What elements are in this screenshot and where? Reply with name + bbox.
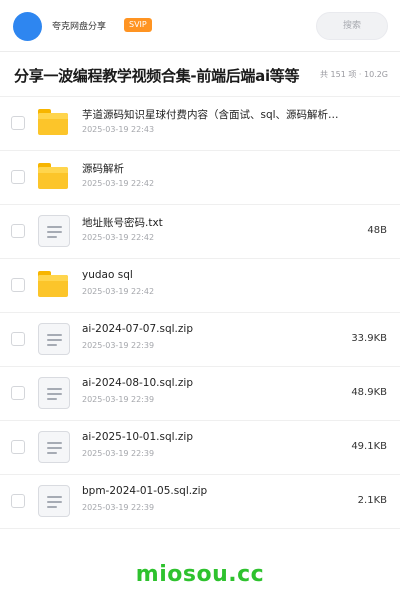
file-name: bpm-2024-01-05.sql.zip: [82, 485, 208, 497]
app-header: 夸克网盘分享 SVIP 搜索: [0, 0, 400, 52]
document-icon: [38, 377, 70, 409]
list-item[interactable]: ai-2024-07-07.sql.zip 2025-03-19 22:39 3…: [0, 313, 400, 367]
file-date: 2025-03-19 22:39: [82, 395, 155, 404]
select-checkbox[interactable]: [11, 494, 25, 508]
file-name: 地址账号密码.txt: [82, 217, 163, 229]
select-checkbox[interactable]: [11, 332, 25, 346]
file-name: ai-2025-10-01.sql.zip: [82, 431, 193, 443]
folder-meta: 共 151 项 · 10.2G: [320, 70, 388, 79]
select-checkbox[interactable]: [11, 440, 25, 454]
list-item[interactable]: yudao sql 2025-03-19 22:42: [0, 259, 400, 313]
file-date: 2025-03-19 22:42: [82, 179, 155, 188]
file-date: 2025-03-19 22:39: [82, 449, 155, 458]
file-size: 48.9KB: [351, 387, 387, 398]
folder-icon: [38, 107, 70, 139]
list-item[interactable]: 芋道源码知识星球付费内容（含面试、sql、源码解析… 2025-03-19 22…: [0, 97, 400, 151]
select-checkbox[interactable]: [11, 224, 25, 238]
file-date: 2025-03-19 22:42: [82, 233, 155, 242]
document-icon: [38, 431, 70, 463]
document-icon: [38, 485, 70, 517]
select-checkbox[interactable]: [11, 386, 25, 400]
document-icon: [38, 215, 70, 247]
document-icon: [38, 323, 70, 355]
file-name: ai-2024-08-10.sql.zip: [82, 377, 193, 389]
file-size: 33.9KB: [351, 333, 387, 344]
folder-title-bar: 分享一波编程教学视频合集-前端后端ai等等 共 151 项 · 10.2G: [0, 53, 400, 97]
watermark: miosou.cc: [135, 562, 265, 587]
folder-icon: [38, 161, 70, 193]
file-date: 2025-03-19 22:42: [82, 287, 155, 296]
file-size: 2.1KB: [357, 495, 387, 506]
file-name: 源码解析: [82, 163, 124, 175]
file-size: 49.1KB: [351, 441, 387, 452]
file-name: 芋道源码知识星球付费内容（含面试、sql、源码解析…: [82, 109, 339, 121]
file-date: 2025-03-19 22:43: [82, 125, 155, 134]
svip-badge: SVIP: [124, 18, 152, 32]
select-checkbox[interactable]: [11, 278, 25, 292]
file-size: 48B: [367, 225, 387, 236]
user-name[interactable]: 夸克网盘分享: [52, 19, 106, 32]
file-date: 2025-03-19 22:39: [82, 341, 155, 350]
list-item[interactable]: 源码解析 2025-03-19 22:42: [0, 151, 400, 205]
folder-icon: [38, 269, 70, 301]
avatar[interactable]: [13, 12, 42, 41]
file-list: 芋道源码知识星球付费内容（含面试、sql、源码解析… 2025-03-19 22…: [0, 97, 400, 529]
list-item[interactable]: ai-2025-10-01.sql.zip 2025-03-19 22:39 4…: [0, 421, 400, 475]
list-item[interactable]: bpm-2024-01-05.sql.zip 2025-03-19 22:39 …: [0, 475, 400, 529]
search-button[interactable]: 搜索: [316, 12, 388, 40]
file-name: yudao sql: [82, 269, 133, 281]
page-title: 分享一波编程教学视频合集-前端后端ai等等: [14, 67, 300, 85]
select-checkbox[interactable]: [11, 116, 25, 130]
list-item[interactable]: 地址账号密码.txt 2025-03-19 22:42 48B: [0, 205, 400, 259]
list-item[interactable]: ai-2024-08-10.sql.zip 2025-03-19 22:39 4…: [0, 367, 400, 421]
select-checkbox[interactable]: [11, 170, 25, 184]
file-name: ai-2024-07-07.sql.zip: [82, 323, 193, 335]
file-date: 2025-03-19 22:39: [82, 503, 155, 512]
